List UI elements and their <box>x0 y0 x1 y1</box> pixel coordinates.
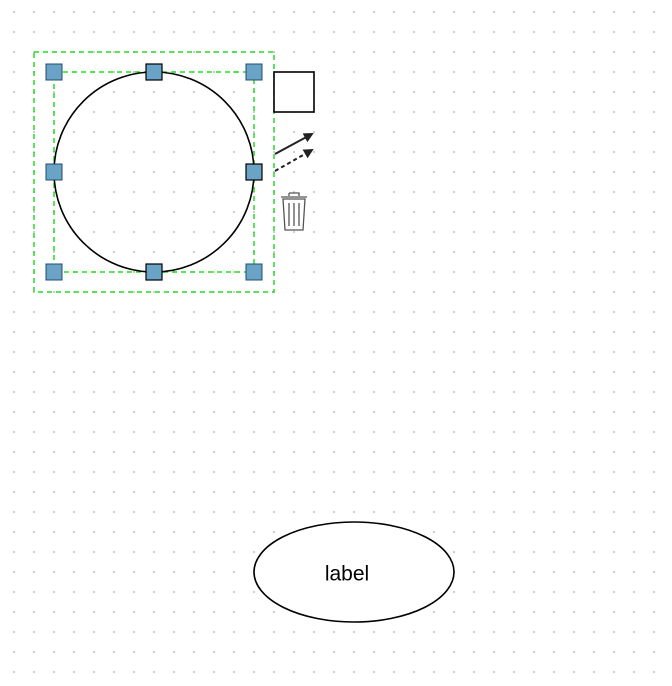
selection-inner-box <box>53 71 255 273</box>
resize-handle-bottom-right[interactable] <box>245 263 263 281</box>
connection-port-bottom[interactable] <box>145 263 163 281</box>
ellipse-node[interactable]: label <box>253 521 455 623</box>
shape-toolbar <box>273 71 315 231</box>
connection-port-right[interactable] <box>245 163 263 181</box>
connection-port-top[interactable] <box>145 63 163 81</box>
resize-handle-top-left[interactable] <box>45 63 63 81</box>
resize-handle-top-right[interactable] <box>245 63 263 81</box>
arrow-dashed-icon[interactable] <box>274 149 314 172</box>
resize-handle-bottom-left[interactable] <box>45 263 63 281</box>
arrow-solid-icon[interactable] <box>274 133 314 155</box>
resize-handle-left[interactable] <box>45 163 63 181</box>
circle-shape[interactable] <box>53 71 255 273</box>
ellipse-label: label <box>325 563 369 586</box>
diagram-canvas[interactable]: label <box>0 0 672 686</box>
square-shape-icon[interactable] <box>273 71 315 113</box>
selection-outer-box <box>33 51 275 293</box>
circle-node[interactable] <box>33 51 275 293</box>
trash-icon[interactable] <box>281 192 307 231</box>
